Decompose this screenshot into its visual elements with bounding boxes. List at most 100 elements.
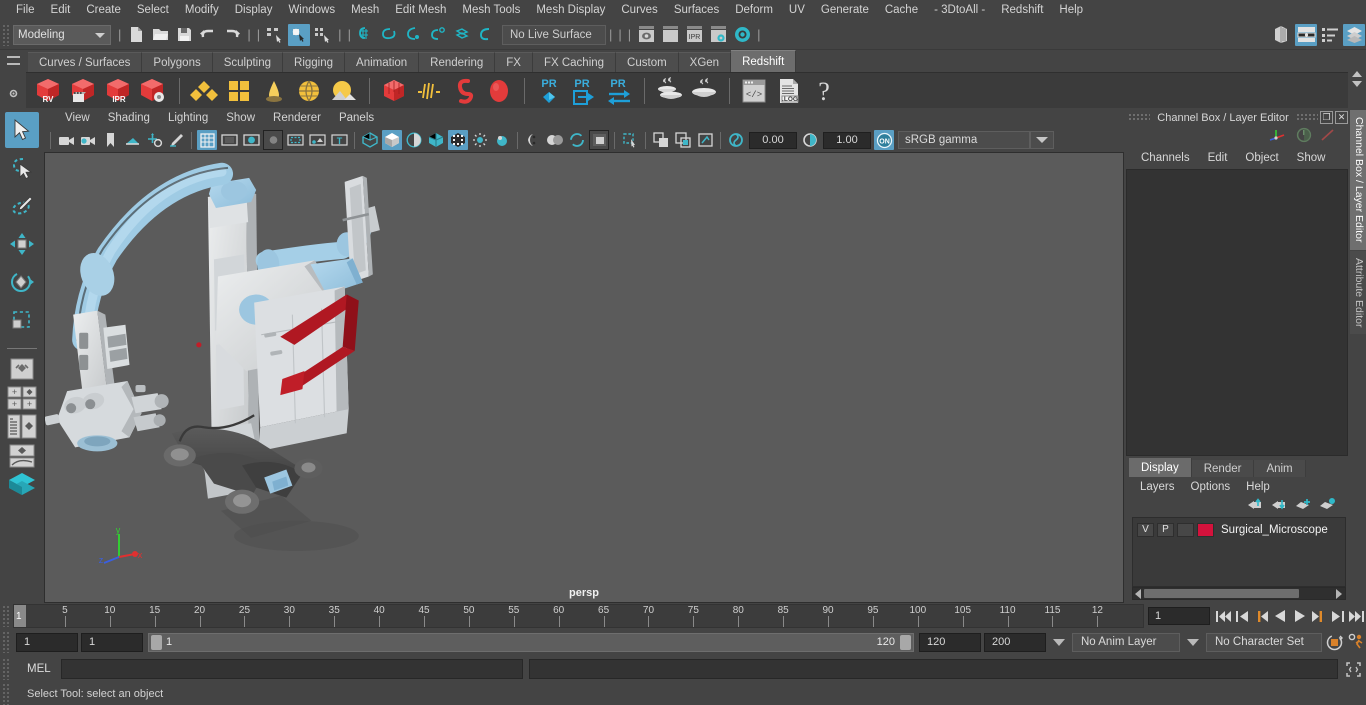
vertical-tab-channel-box[interactable]: Channel Box / Layer Editor [1350,110,1366,250]
snap-view-plane-icon[interactable] [451,24,473,46]
range-bar-right-handle[interactable] [900,634,911,650]
save-scene-icon[interactable] [173,24,195,46]
multisample-icon[interactable] [545,130,565,150]
menu-mesh-display[interactable]: Mesh Display [528,0,613,20]
redshift-pr-bokeh-icon[interactable]: PR [532,75,566,107]
time-slider-track[interactable]: 1 5 10 15 20 25 30 35 40 45 50 55 60 65 70 75 80 85 90 95 1… [13,604,1144,628]
layer-menu-options[interactable]: Options [1183,481,1239,493]
four-view-layout-button[interactable]: + + + [6,385,38,411]
redshift-proxy-cube-icon[interactable] [377,75,411,107]
redshift-log-file-icon[interactable]: .LOG [772,75,806,107]
command-input-field[interactable] [60,659,523,679]
menu-uv[interactable]: UV [781,0,813,20]
select-by-object-icon[interactable] [288,23,311,46]
current-frame-field[interactable]: 1 [1148,607,1210,625]
xray-icon[interactable] [620,130,640,150]
play-backwards-icon[interactable] [1271,606,1290,626]
redshift-bake-pie-icon[interactable] [687,75,721,107]
render-view-icon[interactable] [635,24,657,46]
menu-redshift[interactable]: Redshift [993,0,1051,20]
time-slider-grip[interactable] [2,605,10,627]
menu-help[interactable]: Help [1051,0,1091,20]
character-set-dropdown-icon[interactable] [1187,638,1199,646]
shelf-tab-redshift[interactable]: Redshift [731,50,797,72]
select-camera-icon[interactable] [56,130,76,150]
menu-edit[interactable]: Edit [43,0,79,20]
viewport-menu-lighting[interactable]: Lighting [159,112,217,124]
rotate-tool[interactable] [5,264,39,300]
layer-playback-toggle[interactable]: P [1157,522,1174,537]
step-back-frame-icon[interactable] [1252,606,1271,626]
speed-dial-icon[interactable] [1296,127,1312,148]
textured-icon[interactable] [426,130,446,150]
screen-space-ao-icon[interactable] [492,130,512,150]
layer-tab-display[interactable]: Display [1129,458,1192,477]
script-editor-icon[interactable] [1343,659,1363,679]
new-scene-icon[interactable] [125,24,147,46]
open-scene-icon[interactable] [149,24,171,46]
redshift-render-settings-icon[interactable] [137,75,171,107]
step-forward-frame-icon[interactable] [1309,606,1328,626]
select-by-component-icon[interactable] [312,24,334,46]
go-to-end-icon[interactable] [1347,606,1366,626]
isolate-select-icon[interactable] [589,130,609,150]
panel-restore-button[interactable]: ❐ [1320,111,1333,124]
viewport-menu-show[interactable]: Show [217,112,264,124]
animation-preferences-icon[interactable] [1347,632,1366,652]
range-bar[interactable]: 1 120 [148,632,914,652]
character-set-field[interactable]: No Character Set [1206,632,1322,652]
viewport-menu-shading[interactable]: Shading [99,112,159,124]
range-end-field[interactable]: 120 [919,632,981,652]
shelf-tab-xgen[interactable]: XGen [678,52,732,72]
snap-projected-center-icon[interactable] [427,24,449,46]
shelf-tab-curves-surfaces[interactable]: Curves / Surfaces [28,52,143,72]
resolution-gate-icon[interactable] [241,130,261,150]
scroll-left-icon[interactable] [1135,588,1141,599]
step-forward-keyframe-icon[interactable] [1328,606,1347,626]
select-by-hierarchy-icon[interactable] [264,24,286,46]
anim-layer-dropdown-icon[interactable] [1053,638,1065,646]
menu-select[interactable]: Select [129,0,177,20]
lights-icon[interactable] [448,130,468,150]
gamma-icon[interactable] [800,130,820,150]
view-transform-toggle-icon[interactable]: ON [874,130,894,150]
film-gate-icon[interactable] [219,130,239,150]
two-d-pan-zoom-icon[interactable] [144,130,164,150]
new-layer-from-selected-icon[interactable] [1319,497,1336,516]
shelf-scroll-controls[interactable] [1348,50,1366,108]
grid-icon[interactable] [197,130,217,150]
move-layer-down-icon[interactable] [1271,497,1288,516]
play-forwards-icon[interactable] [1290,606,1309,626]
redshift-render-sequence-icon[interactable] [67,75,101,107]
outliner-persp-layout-button[interactable] [6,414,38,440]
help-line-grip[interactable] [2,683,10,705]
gamma-value[interactable]: 1.00 [823,131,871,149]
time-slider-playhead[interactable]: 1 [14,605,26,627]
redshift-material-diamond-icon[interactable] [187,75,221,107]
redshift-hair-strands-icon[interactable] [412,75,446,107]
snap-point-icon[interactable] [403,24,425,46]
render-settings-icon[interactable] [707,24,729,46]
make-live-icon[interactable] [475,24,497,46]
shelf-tab-fx[interactable]: FX [495,52,533,72]
depth-of-field-icon[interactable] [567,130,587,150]
motion-blur-icon[interactable] [523,130,543,150]
toggle-tool-settings-icon[interactable] [1343,23,1365,46]
viewport-menu-panels[interactable]: Panels [330,112,383,124]
menu-curves[interactable]: Curves [613,0,665,20]
shelf-tab-rendering[interactable]: Rendering [419,52,496,72]
menu-display[interactable]: Display [227,0,281,20]
menu-windows[interactable]: Windows [280,0,343,20]
range-start-field[interactable]: 1 [81,632,143,652]
layer-tab-render[interactable]: Render [1191,460,1255,477]
redshift-sprite-blob-icon[interactable] [482,75,516,107]
layer-row-surgical-microscope[interactable]: V P Surgical_Microscope [1133,521,1345,538]
single-perspective-layout-button[interactable] [6,356,38,382]
exposure-icon[interactable] [726,130,746,150]
panel-close-button[interactable]: ✕ [1335,111,1348,124]
redshift-material-grid-icon[interactable] [222,75,256,107]
menu-generate[interactable]: Generate [813,0,877,20]
redshift-volume-curve-icon[interactable] [447,75,481,107]
smooth-shade-icon[interactable] [382,130,402,150]
shadows-icon[interactable] [470,130,490,150]
